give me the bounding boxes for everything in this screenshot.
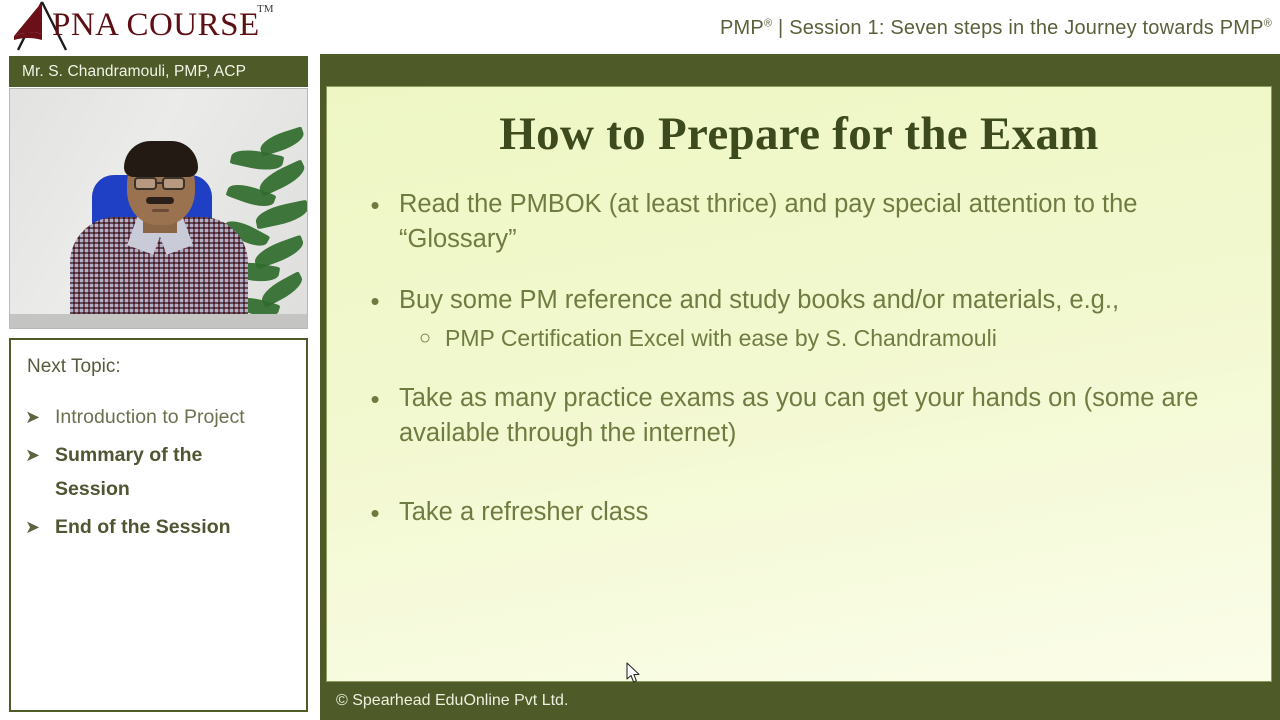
list-item: • Take a refresher class [351,495,1247,531]
logo-trademark: TM [257,3,274,15]
presenter-name-bar: Mr. S. Chandramouli, PMP, ACP [9,56,308,87]
list-item: • Take as many practice exams as you can… [351,381,1247,451]
arrow-bullet-icon: ➤ [25,407,41,427]
apna-course-logo[interactable]: PNA COURSE TM [4,1,284,51]
top-header-bar: PNA COURSE TM PMP ® | Session 1: Seven st… [0,0,1280,52]
presenter-moustache [146,197,174,204]
bullet-text: Take a refresher class [399,498,649,526]
next-topic-item-label: Introduction to Project [55,406,245,428]
bullet-dot-icon: • [370,190,380,220]
app-root: PNA COURSE TM PMP ® | Session 1: Seven st… [0,0,1280,720]
slide-title: How to Prepare for the Exam [499,108,1099,160]
next-topic-item-label: Summary of the Session [55,444,203,500]
bullet-dot-icon: • [370,286,380,316]
eyeglass-right [162,177,185,190]
sub-bullet-circle-icon: ○ [418,327,432,349]
session-title: PMP ® | Session 1: Seven steps in the Jou… [720,17,1272,40]
sub-list-item: ○ PMP Certification Excel with ease by S… [405,321,1247,355]
list-item[interactable]: ➤ Introduction to Project [25,400,306,434]
logo-wordmark: PNA COURSE [52,7,260,43]
presenter-hair [124,141,198,177]
arrow-bullet-icon: ➤ [25,517,41,537]
next-topic-list: ➤ Introduction to Project ➤ Summary of t… [25,400,306,544]
slide-frame: How to Prepare for the Exam • Read the P… [320,54,1280,720]
eyeglass-bridge [156,182,163,184]
bullet-text: Take as many practice exams as you can g… [399,384,1199,447]
next-topic-heading: Next Topic: [27,356,121,377]
video-floor [10,314,307,328]
bullet-dot-icon: • [370,498,380,528]
bullet-text: Buy some PM reference and study books an… [399,286,1120,314]
list-item[interactable]: ➤ End of the Session [25,510,306,544]
sub-bullet-text: PMP Certification Excel with ease by S. … [445,325,997,351]
mouse-cursor-icon [626,662,640,683]
slide-bullet-list: • Read the PMBOK (at least thrice) and p… [351,187,1247,531]
next-topic-panel: Next Topic: ➤ Introduction to Project ➤ … [9,338,308,712]
list-item[interactable]: ➤ Summary of the Session [25,438,306,506]
list-item: • Buy some PM reference and study books … [351,283,1247,319]
presenter-video[interactable] [9,88,308,329]
next-topic-item-label: End of the Session [55,516,231,538]
session-title-prefix: PMP [720,17,764,39]
slide-content: How to Prepare for the Exam • Read the P… [326,86,1272,682]
registered-mark-2: ® [1263,17,1272,30]
bullet-text: Read the PMBOK (at least thrice) and pay… [399,190,1138,253]
list-item: • Read the PMBOK (at least thrice) and p… [351,187,1247,257]
slide-footer-copyright: © Spearhead EduOnline Pvt Ltd. [336,692,569,709]
eyeglass-left [134,177,157,190]
session-title-middle: | Session 1: Seven steps in the Journey … [772,17,1264,39]
bullet-dot-icon: • [370,384,380,414]
presenter-mouth [152,209,169,212]
arrow-bullet-icon: ➤ [25,445,41,465]
